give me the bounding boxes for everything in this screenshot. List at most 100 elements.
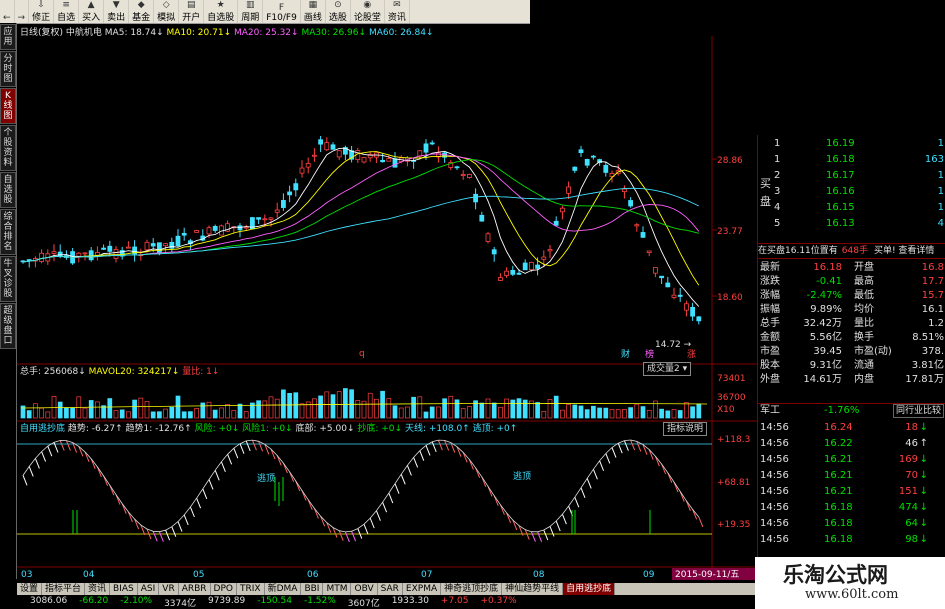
toolbar-button-9[interactable]: ★ 自选股 <box>204 0 239 23</box>
indicator-stripe <box>382 502 388 513</box>
x-axis-label: 03 <box>21 570 32 580</box>
bottom-value: 底部: +5.00 <box>295 424 347 434</box>
chart-event-marker[interactable]: 财 <box>621 348 630 360</box>
indicator-tab[interactable]: BIAS <box>110 583 138 595</box>
toolbar-button-6[interactable]: ◆ 基金 <box>129 0 155 23</box>
chart-event-marker[interactable]: 涨 <box>687 349 696 360</box>
volume-bar <box>126 411 131 419</box>
indicator-tab[interactable]: 指标平台 <box>42 583 86 595</box>
indicator-stripe <box>549 526 555 537</box>
tick-row: 14:56 16.22 46 ↑ <box>758 437 945 451</box>
volume-bar <box>274 398 280 419</box>
indicator-name[interactable]: 自用逃抄底 <box>20 424 65 434</box>
candle-body <box>665 282 671 288</box>
industry-compare-button[interactable]: 同行业比较 <box>892 404 944 418</box>
indicator-stripe <box>47 445 53 457</box>
indicator-tab[interactable]: DPO <box>211 583 237 595</box>
volume-bar <box>157 411 162 419</box>
indicator-tab[interactable]: 新DMA <box>265 583 302 595</box>
stat-label-2: 内盘 <box>854 374 874 385</box>
toolbar-button-14[interactable]: ◉ 论股堂 <box>351 0 385 23</box>
stat-value: -0.41 <box>816 276 842 287</box>
indicator-tab[interactable]: EXPMA <box>403 583 442 595</box>
indicator-tab[interactable]: 神奇逃顶抄底 <box>441 583 503 595</box>
indicator-stripe <box>202 488 208 500</box>
candle-body <box>144 241 150 251</box>
left-tab-3[interactable]: 个股资料 <box>0 125 16 171</box>
left-tab-6[interactable]: 牛叉诊股 <box>0 256 16 302</box>
order-level: 3 <box>774 186 781 197</box>
volume-bar <box>460 408 466 419</box>
toolbar-button-2[interactable]: ⇩ 修正 <box>29 0 55 23</box>
order-level: 1 <box>774 154 781 165</box>
stat-label-2: 市盈(动) <box>854 346 892 357</box>
volume-bar <box>225 404 230 419</box>
candle-body <box>479 214 485 222</box>
left-tab-5[interactable]: 综合排名 <box>0 209 16 255</box>
status-value: 3374亿 <box>164 599 196 609</box>
indicator-stripe <box>351 531 357 542</box>
indicator-tab[interactable]: MTM <box>323 583 352 595</box>
indicator-tab[interactable]: ASI <box>138 583 160 595</box>
stat-value-2: 16.8 <box>921 262 944 273</box>
toolbar-button-13[interactable]: ⊙ 选股 <box>326 0 351 23</box>
volume-bar <box>101 405 106 419</box>
indicator-tab[interactable]: 资讯 <box>85 583 111 595</box>
order-notice[interactable]: 在买盘16.11位置有 648手 买单! 查看详情 <box>758 243 945 259</box>
indicator-tab[interactable]: 设置 <box>17 583 43 595</box>
toolbar-button-4[interactable]: ▲ 买入 <box>79 0 105 23</box>
indicator-tab[interactable]: 自用逃抄底 <box>563 583 616 595</box>
indicator-stripe <box>654 456 660 467</box>
notice-link[interactable]: 买单! 查看详情 <box>874 246 934 256</box>
toolbar-button-1[interactable]: → <box>15 0 30 23</box>
toolbar-button-8[interactable]: ▤ 开户 <box>179 0 205 23</box>
toolbar-label: 自选股 <box>207 13 235 23</box>
candle-body <box>460 174 466 176</box>
toolbar-button-5[interactable]: ▼ 卖出 <box>104 0 130 23</box>
toolbar: ← → ⇩ 修正 ≡ 自选 ▲ 买入 ▼ 卖出 ◆ 基金 ◇ 模拟 ▤ 开户 ★ 自选股 ▥ 周期 F F10/F9 ▦ 画线… <box>0 0 530 24</box>
volume-bar <box>281 389 286 419</box>
left-tab-2[interactable]: K线图 <box>0 88 16 124</box>
indicator-tab[interactable]: SAR <box>378 583 403 595</box>
left-tab-1[interactable]: 分时图 <box>0 51 16 87</box>
tick-direction-icon: ↓ <box>919 454 928 465</box>
indicator-stripe <box>611 447 617 458</box>
left-tab-7[interactable]: 超级盘口 <box>0 303 16 349</box>
candle-body <box>497 277 503 281</box>
toolbar-button-12[interactable]: ▦ 画线 <box>301 0 326 23</box>
volume-bar <box>578 405 584 419</box>
kline-chart[interactable]: 28.86 23.77 18.60 14.72 → q 财 榜 涨 73401 36700 X10 +… <box>17 36 757 581</box>
volume-bar <box>113 410 119 419</box>
indicator-tab[interactable]: VR <box>159 583 179 595</box>
volume-bar <box>696 403 702 419</box>
indicator-stripe <box>270 448 276 460</box>
indicator-tab[interactable]: ARBR <box>179 583 211 595</box>
indicator-tab[interactable]: BBI <box>301 583 324 595</box>
left-tab-bar: 应用 分时图 K线图 个股资料 自选股 综合排名 牛叉诊股 超级盘口 <box>0 23 17 579</box>
toolbar-button-3[interactable]: ≡ 自选 <box>54 0 80 23</box>
toolbar-button-15[interactable]: ✉ 资讯 <box>385 0 410 23</box>
toolbar-button-10[interactable]: ▥ 周期 <box>238 0 264 23</box>
volume-bar <box>33 403 38 419</box>
volume-indicator-button[interactable]: 成交量2 ▾ <box>643 362 692 376</box>
toolbar-button-11[interactable]: F F10/F9 <box>263 0 301 23</box>
indicator-tab[interactable]: 神仙趋势平线 <box>502 583 564 595</box>
left-tab-0[interactable]: 应用 <box>0 24 16 50</box>
toolbar-button-0[interactable]: ← <box>0 0 15 23</box>
left-tab-4[interactable]: 自选股 <box>0 172 16 208</box>
indicator-help-button[interactable]: 指标说明 <box>663 422 708 436</box>
indicator-stripe <box>189 506 195 518</box>
indicator-tab[interactable]: TRIX <box>237 583 265 595</box>
candle-body <box>622 188 627 193</box>
candle-body <box>293 183 299 191</box>
indicator-tab[interactable]: OBV <box>351 583 378 595</box>
order-book-row: 5 16.13 4 <box>758 217 945 231</box>
chart-event-marker[interactable]: q <box>359 349 365 359</box>
candle-body <box>454 166 460 169</box>
ma10-line <box>22 151 700 286</box>
indicator-tabs: 设置 指标平台 资讯 BIAS ASI VR ARBR DPO TRIX 新DMA BBI MTM OB… <box>17 583 757 595</box>
tick-price: 16.21 <box>824 454 853 465</box>
toolbar-button-7[interactable]: ◇ 模拟 <box>154 0 180 23</box>
candle-body <box>696 316 702 322</box>
chart-event-marker[interactable]: 榜 <box>645 348 654 360</box>
